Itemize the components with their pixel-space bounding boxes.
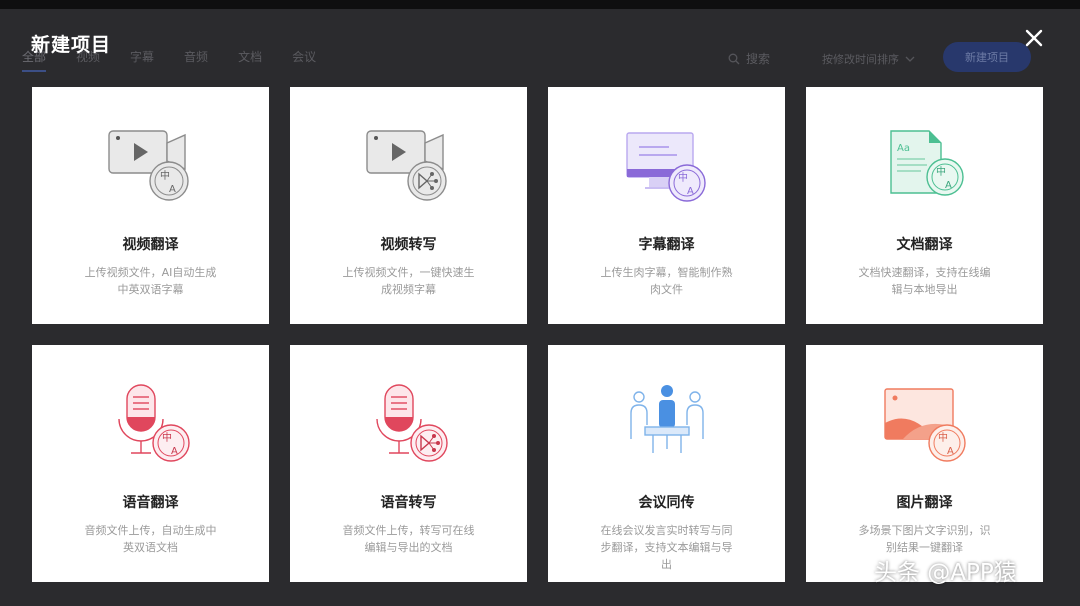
search-label: 搜索 [746, 52, 771, 66]
svg-text:A: A [945, 180, 952, 191]
card-title: 视频转写 [380, 237, 437, 253]
card-title: 文档翻译 [896, 237, 953, 253]
subtitle-translate-icon: 中 A [625, 132, 706, 202]
tab-audio[interactable]: 音频 [184, 48, 208, 72]
search-icon [728, 53, 740, 64]
card-description: 音频文件上传，转写可在线编辑与导出的文档 [342, 524, 475, 554]
card-video-translate[interactable]: 中 A 视频翻译 上传视频文件，AI自动生成中英双语字幕 [32, 87, 269, 324]
modal-title: 新建项目 [31, 34, 112, 56]
card-audio-transcribe[interactable]: 语音转写 音频文件上传，转写可在线编辑与导出的文档 [290, 345, 527, 582]
svg-text:中: 中 [162, 431, 172, 444]
svg-text:Aa: Aa [897, 143, 910, 154]
card-image-translate[interactable]: 中 A 图片翻译 多场景下图片文字识别，识别结果一键翻译 [806, 345, 1043, 582]
close-button[interactable] [1022, 26, 1046, 50]
card-title: 图片翻译 [896, 495, 953, 511]
card-description: 上传生肉字幕，智能制作熟肉文件 [600, 266, 733, 296]
svg-text:中: 中 [936, 165, 946, 178]
svg-text:中: 中 [160, 169, 170, 182]
svg-text:A: A [687, 186, 694, 197]
svg-text:A: A [171, 446, 178, 457]
tab-meeting[interactable]: 会议 [292, 48, 316, 72]
card-title: 语音转写 [380, 495, 437, 511]
svg-text:A: A [947, 446, 954, 457]
background-sort[interactable]: 按修改时间排序 [822, 51, 915, 67]
card-description: 上传视频文件，一键快速生成视频字幕 [342, 266, 475, 296]
svg-text:A: A [169, 184, 176, 195]
card-description: 上传视频文件，AI自动生成中英双语字幕 [84, 266, 217, 296]
close-icon [1025, 29, 1043, 47]
audio-transcribe-icon [375, 384, 448, 462]
top-strip [0, 0, 1080, 9]
video-transcribe-icon [365, 130, 447, 201]
card-description: 多场景下图片文字识别，识别结果一键翻译 [858, 524, 991, 554]
card-document-translate[interactable]: Aa 中 A 文档翻译 文档快速翻译，支持在线编辑与本地导出 [806, 87, 1043, 324]
tab-document[interactable]: 文档 [238, 48, 262, 72]
card-subtitle-translate[interactable]: 中 A 字幕翻译 上传生肉字幕，智能制作熟肉文件 [548, 87, 785, 324]
chevron-down-icon [905, 56, 915, 62]
card-meeting-interpret[interactable]: 会议同传 在线会议发言实时转写与同步翻译，支持文本编辑与导出 [548, 345, 785, 582]
card-description: 在线会议发言实时转写与同步翻译，支持文本编辑与导出 [600, 524, 733, 571]
background-search[interactable]: 搜索 [728, 50, 770, 67]
card-title: 字幕翻译 [638, 237, 695, 253]
meeting-interpret-icon [629, 385, 704, 453]
svg-text:中: 中 [678, 171, 688, 184]
tab-subtitle[interactable]: 字幕 [130, 48, 154, 72]
card-description: 文档快速翻译，支持在线编辑与本地导出 [858, 266, 991, 296]
card-title: 语音翻译 [122, 495, 179, 511]
watermark: 头条 @APP猿 [874, 560, 1017, 586]
project-type-grid: 中 A 视频翻译 上传视频文件，AI自动生成中英双语字幕 视频转写 上传视频文件… [32, 87, 1043, 582]
card-video-transcribe[interactable]: 视频转写 上传视频文件，一键快速生成视频字幕 [290, 87, 527, 324]
card-title: 会议同传 [638, 495, 695, 511]
audio-translate-icon: 中 A [117, 384, 190, 462]
document-translate-icon: Aa 中 A [889, 130, 964, 196]
sort-label: 按修改时间排序 [822, 53, 899, 66]
image-translate-icon: 中 A [883, 388, 966, 462]
svg-text:中: 中 [938, 431, 948, 444]
background-new-project-button[interactable]: 新建项目 [943, 42, 1031, 72]
card-description: 音频文件上传，自动生成中英双语文档 [84, 524, 217, 554]
card-title: 视频翻译 [122, 237, 179, 253]
video-translate-icon: 中 A [107, 130, 189, 201]
card-audio-translate[interactable]: 中 A 语音翻译 音频文件上传，自动生成中英双语文档 [32, 345, 269, 582]
